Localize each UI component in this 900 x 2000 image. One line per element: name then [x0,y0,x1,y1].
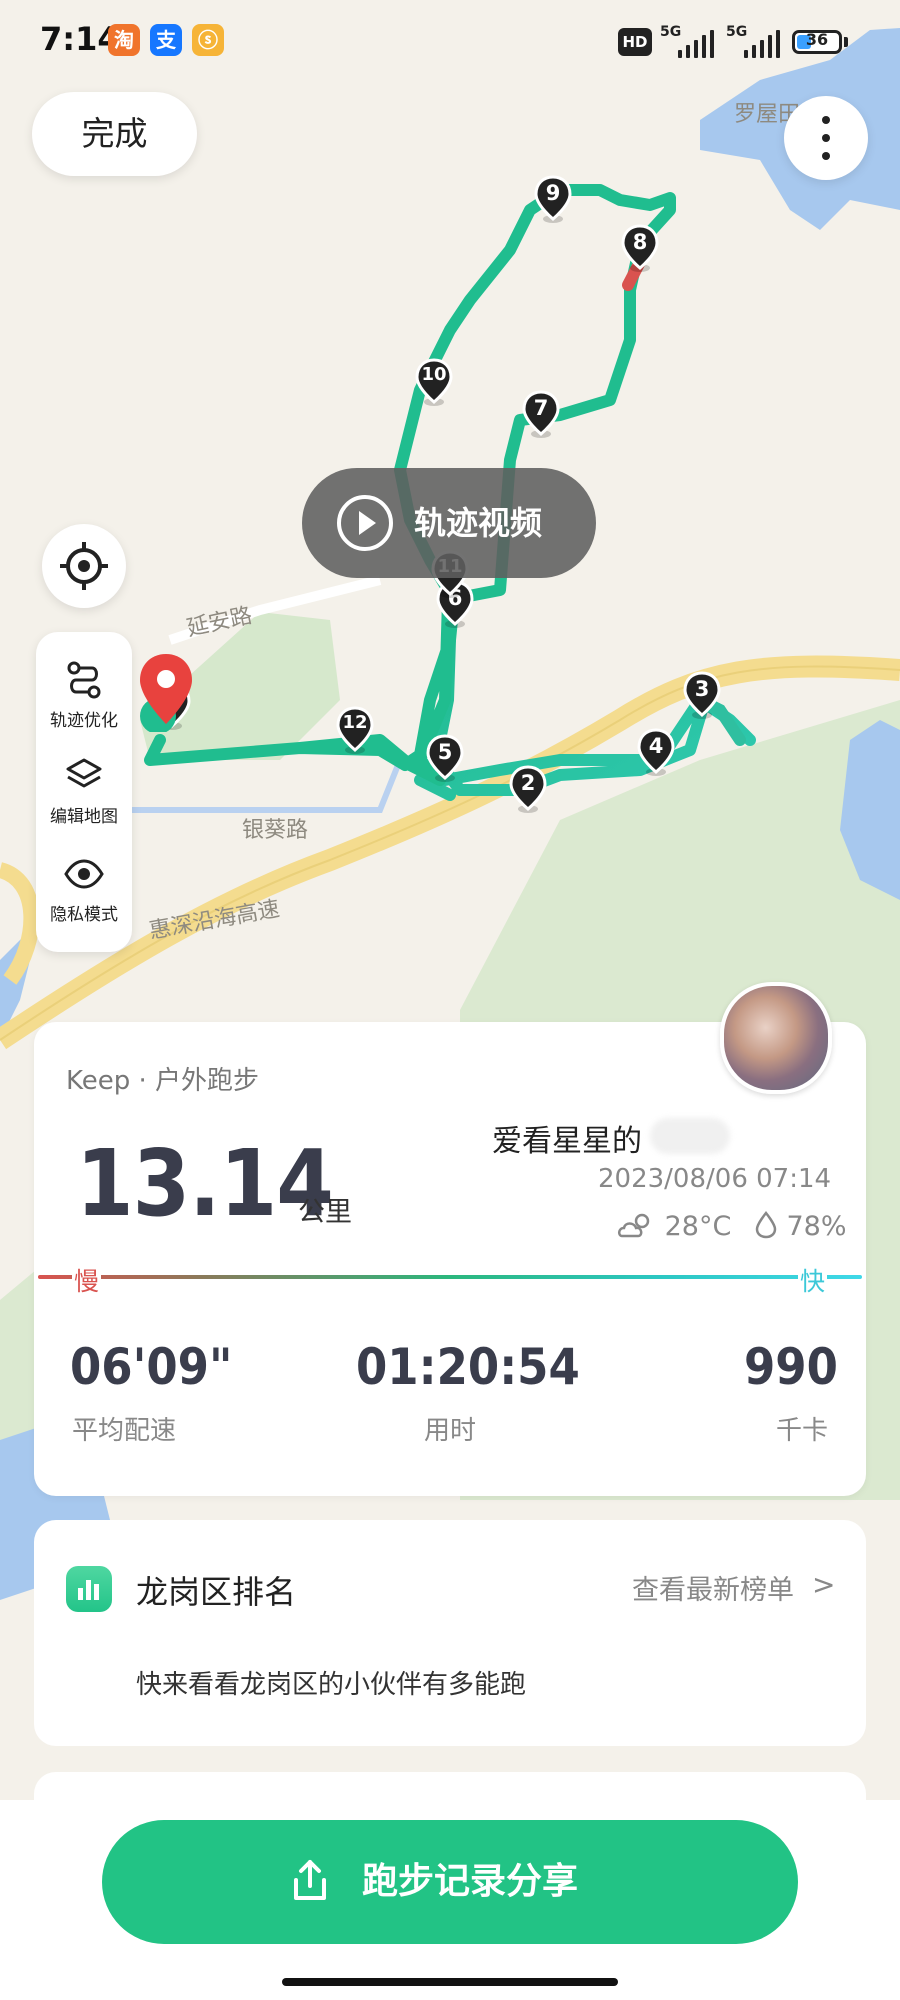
username: 爱看星星的 [492,1124,642,1159]
signal-1-icon [678,30,714,58]
road-label-yinkui: 银葵路 [242,818,309,843]
edit-map-label: 编辑地图 [50,807,118,827]
km-marker-label: 2 [520,771,536,795]
weather-row: 28°C 78% [616,1210,847,1242]
pace-gradient-bar [38,1275,862,1279]
calories-value: 990 [744,1338,838,1396]
route-optimize-button[interactable]: 轨迹优化 [36,654,132,750]
km-marker: 5 [426,734,464,784]
view-leaderboard-link[interactable]: 查看最新榜单 [632,1568,794,1607]
signal-2-icon [744,30,780,58]
km-marker-label: 10 [421,364,447,385]
crosshair-icon [60,542,108,590]
notification-app-icon: ⓢ [192,24,224,56]
username-blur [650,1118,730,1154]
layers-icon [66,758,102,788]
distance-unit: 公里 [298,1197,352,1228]
share-icon [294,1860,326,1900]
home-indicator[interactable] [282,1978,618,1986]
km-marker: 7 [522,390,560,440]
km-marker-label: 12 [342,712,368,733]
route-optimize-label: 轨迹优化 [50,711,118,731]
km-marker-label: 7 [533,396,549,420]
locate-button[interactable] [42,524,126,608]
humidity-drop-icon [755,1211,777,1239]
km-marker: 9 [534,175,572,225]
fast-label: 快 [798,1262,828,1298]
edit-map-button[interactable]: 编辑地图 [36,750,132,846]
avg-pace-label: 平均配速 [72,1416,177,1446]
privacy-mode-button[interactable]: 隐私模式 [36,848,132,944]
share-run-button[interactable]: 跑步记录分享 [102,1820,798,1944]
more-dots-icon [822,116,830,124]
km-marker: 10 [415,358,453,408]
end-pin [136,652,196,734]
km-marker-label: 9 [545,181,561,205]
done-button[interactable]: 完成 [32,92,197,176]
temperature: 28°C [664,1211,732,1242]
route-optimize-icon [67,661,101,699]
km-marker: 12 [336,706,374,756]
duration-value: 01:20:54 [356,1338,580,1396]
distance-value: 13.14 [76,1130,334,1237]
track-video-label: 轨迹视频 [414,504,543,542]
duration-label: 用时 [424,1416,477,1446]
slow-label: 慢 [72,1262,102,1298]
map-tools-panel: 轨迹优化 编辑地图 隐私模式 [36,632,132,952]
bar-chart-icon [66,1566,112,1612]
privacy-mode-label: 隐私模式 [50,905,118,925]
avg-pace-value: 06'09" [70,1338,233,1396]
ranking-card[interactable] [34,1520,866,1746]
hd-voice-icon: HD [618,28,652,56]
more-options-button[interactable] [784,96,868,180]
status-bar: 7:14 淘 支 ⓢ HD 5G 5G 36 [0,0,900,88]
calories-label: 千卡 [776,1416,829,1446]
avatar[interactable] [720,982,832,1094]
app-root: 延安路 银葵路 惠深沿海高速 罗屋田 2345678910111213 7:14… [0,0,900,2000]
share-run-label: 跑步记录分享 [362,1861,579,1902]
km-marker-label: 4 [648,734,664,758]
humidity: 78% [786,1211,847,1242]
km-marker-label: 3 [694,677,710,701]
km-marker: 8 [621,224,659,274]
chevron-right-icon: > [812,1568,836,1601]
run-datetime: 2023/08/06 07:14 [598,1164,832,1194]
track-video-button[interactable]: 轨迹视频 [302,468,596,578]
km-marker-label: 5 [437,740,453,764]
km-marker: 2 [509,765,547,815]
activity-source: Keep · 户外跑步 [66,1066,260,1096]
more-dot [822,152,830,160]
ranking-title: 龙岗区排名 [136,1573,297,1611]
km-marker-label: 8 [632,230,648,254]
partly-cloudy-icon [618,1213,650,1238]
taobao-icon: 淘 [108,24,140,56]
battery-level-text: 36 [805,30,829,49]
eye-icon [64,859,104,889]
battery-icon: 36 [792,30,842,54]
play-icon [337,495,393,551]
km-marker: 3 [683,671,721,721]
alipay-icon: 支 [150,24,182,56]
km-marker: 4 [637,728,675,778]
more-dot [822,134,830,142]
battery-tip [844,37,848,47]
ranking-description: 快来看看龙岗区的小伙伴有多能跑 [136,1670,527,1700]
